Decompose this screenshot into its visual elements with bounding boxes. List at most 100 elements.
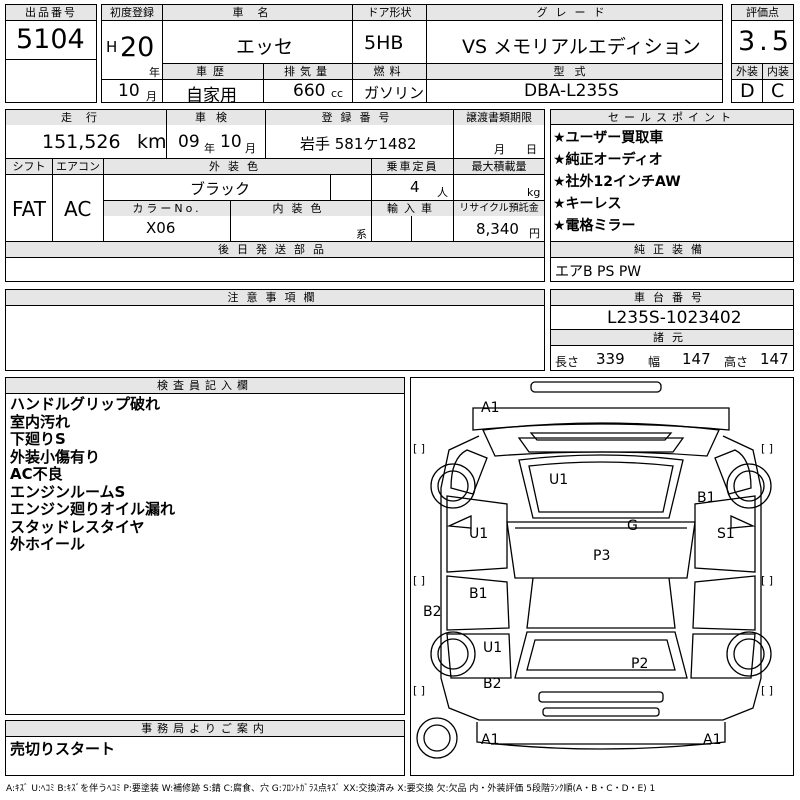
label-p2: P2 (631, 656, 649, 672)
sales-point: ★社外12インチAW (553, 174, 681, 190)
grade-label: グレード (427, 5, 722, 20)
label-a1-bl: A1 (481, 732, 500, 748)
sales-points: ★ユーザー買取車 ★純正オーディオ ★社外12インチAW ★キーレス ★電格ミラー (553, 127, 681, 237)
capacity: 4 (410, 178, 420, 196)
label-b2-rear: B2 (483, 676, 502, 692)
fuel: ガソリン (364, 84, 425, 102)
bracket-tl: [ ] (413, 442, 426, 455)
recycle-label: リサイクル預託金 (454, 201, 544, 216)
ac: AC (64, 197, 92, 221)
load-label: 最大積載量 (454, 159, 544, 174)
score-label: 評価点 (732, 5, 793, 20)
shift: FAT (12, 197, 47, 221)
reg-month: 10 (118, 81, 140, 101)
capacity-unit: 人 (437, 186, 448, 199)
color-number: X06 (146, 219, 176, 237)
len-label: 長さ (555, 355, 580, 369)
intcolor-label: 内装色 (231, 201, 371, 216)
remark-item: エンジン廻りオイル漏れ (10, 500, 176, 518)
lot-number: 5104 (16, 24, 85, 55)
disp-label: 排気量 (264, 64, 352, 79)
office-notice: 売切りスタート (10, 740, 116, 758)
inspect-year: 09 (178, 132, 200, 152)
sales-point: ★純正オーディオ (553, 152, 663, 168)
history: 自家用 (186, 86, 237, 106)
label-b2-left: B2 (423, 604, 442, 620)
sales-point: ★キーレス (553, 196, 622, 212)
legend-footer: A:ｷｽﾞ U:ﾍｺﾐ B:ｷｽﾞを伴うﾍｺﾐ P:要塗装 W:補修跡 S:錆 … (6, 784, 656, 794)
door-type: 5HB (364, 32, 404, 54)
label-b1-left: B1 (469, 586, 488, 602)
inspect-month: 10 (220, 132, 242, 152)
label-a1-br: A1 (703, 732, 722, 748)
chassis-number: L235S-1023402 (607, 308, 742, 328)
displacement: 660 (293, 81, 326, 101)
ext-label: 外装 (732, 64, 762, 79)
colorno-label: カラーNo. (104, 201, 230, 216)
ac-label: エアコン (53, 159, 103, 174)
month-unit: 月 (146, 90, 157, 103)
equipment: エアB PS PW (555, 264, 642, 280)
recycle-unit: 円 (529, 227, 540, 240)
width: 147 (682, 350, 711, 368)
sales-point: ★ユーザー買取車 (553, 130, 664, 146)
remark-item: 外ホイール (10, 535, 86, 553)
shift-label: シフト (6, 159, 52, 174)
sales-label: セールスポイント (551, 110, 793, 125)
remark-item: AC不良 (10, 465, 63, 483)
reg-year: 20 (120, 32, 155, 63)
wid-label: 幅 (648, 355, 661, 369)
label-a1-top: A1 (481, 400, 500, 416)
disp-unit: cc (331, 87, 344, 100)
remark-item: 外装小傷有り (10, 447, 101, 466)
score: 3.5 (738, 26, 793, 57)
label-u1-left: U1 (469, 526, 489, 542)
car-outline (416, 381, 772, 759)
inspect-year-unit: 年 (204, 142, 215, 155)
recycle-fee: 8,340 (476, 220, 519, 238)
remark-item: 室内汚れ (10, 412, 71, 431)
history-label: 車歴 (163, 64, 263, 79)
model: DBA-L235S (524, 81, 619, 101)
label-b1-right: B1 (697, 490, 716, 506)
label-p3: P3 (593, 548, 611, 564)
intcolor-unit: 系 (356, 228, 367, 241)
caution-label: 注意事項欄 (6, 290, 544, 305)
mileage-label: 走行 (6, 110, 166, 125)
hgt-label: 高さ (724, 355, 749, 369)
color-label: 外装色 (104, 159, 371, 174)
mileage: 151,526 (42, 131, 121, 153)
remark-item: スタッドレスタイヤ (10, 517, 145, 536)
car-name-label: 車名 (163, 5, 352, 20)
parts-label: 後日発送部品 (6, 242, 544, 257)
lot-label: 出品番号 (6, 5, 96, 20)
color: ブラック (190, 180, 251, 198)
first-reg-label: 初度登録 (102, 5, 162, 20)
chassis-label: 車台番号 (551, 290, 793, 305)
remark-item: エンジンルームS (10, 482, 126, 501)
ext-grade: D (740, 80, 755, 102)
remark-item: 下廻りS (10, 430, 66, 448)
plate: 岩手 581ケ1482 (300, 135, 417, 153)
capacity-label: 乗車定員 (372, 159, 453, 174)
lot-box-lower (5, 59, 97, 103)
damage-diagram: A1 U1 B1 G U1 S1 P3 B1 B2 U1 P2 B2 A1 A1… (410, 377, 794, 776)
transfer-day-unit: 日 (526, 143, 537, 156)
height: 147 (760, 350, 789, 368)
inspect-month-unit: 月 (245, 142, 256, 155)
bracket-tr: [ ] (761, 442, 774, 455)
bracket-ml: [ ] (413, 574, 426, 587)
bracket-br: [ ] (761, 684, 774, 697)
load-unit: kg (527, 186, 541, 199)
length: 339 (596, 350, 625, 368)
bracket-bl: [ ] (413, 684, 426, 697)
label-s1-right: S1 (717, 526, 735, 542)
model-label: 型式 (427, 64, 722, 79)
int-grade: C (771, 80, 785, 102)
sales-point: ★電格ミラー (553, 218, 636, 234)
car-name: エッセ (236, 36, 294, 58)
int-label: 内装 (763, 64, 793, 79)
bracket-mr: [ ] (761, 574, 774, 587)
equip-label: 純正装備 (551, 242, 793, 257)
door-label: ドア形状 (353, 5, 426, 20)
